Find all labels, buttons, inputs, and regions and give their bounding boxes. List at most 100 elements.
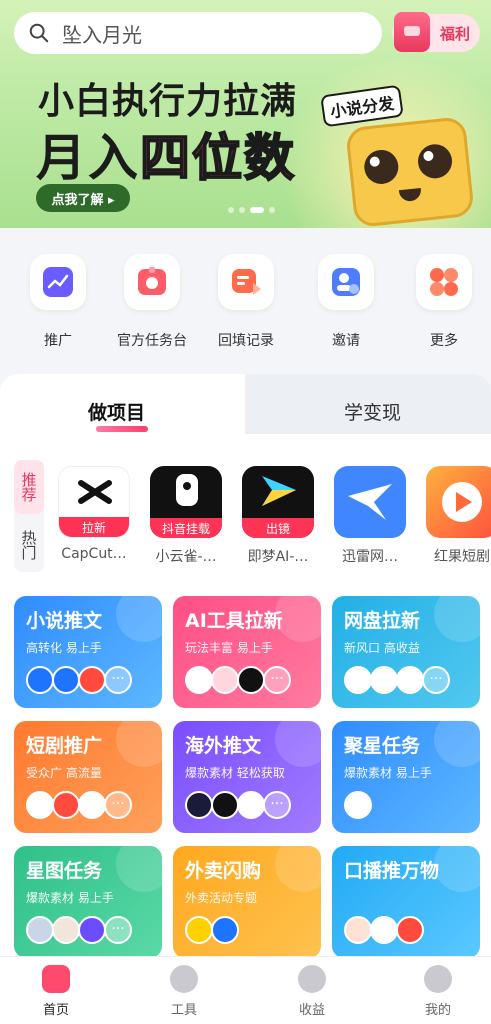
app-name: 迅雷网… [342, 549, 398, 565]
earnings-chart-icon [298, 965, 326, 993]
app-item-capcut[interactable]: 拉新 CapCut… [56, 466, 132, 562]
home-icon [42, 965, 70, 993]
app-item-jimeng[interactable]: 出镜 即梦AI-… [240, 466, 316, 566]
mascot-eye [362, 148, 401, 186]
app-name: 即梦AI-… [247, 549, 309, 565]
card-avatars [344, 916, 424, 944]
quick-actions: 推广 官方任务台 回填记录 邀请 更多 [0, 228, 491, 373]
quick-item-label: 推广 [44, 333, 72, 349]
nav-label: 收益 [298, 1003, 325, 1018]
mascot-mouth [398, 187, 422, 203]
welfare-button[interactable]: 福利 [392, 12, 480, 52]
card-short-drama[interactable]: 短剧推广 受众广 高流量 ··· [14, 721, 162, 833]
card-overseas[interactable]: 海外推文 爆款素材 轻松获取 ··· [173, 721, 321, 833]
card-desc: 受众广 高流量 [26, 766, 102, 780]
quick-item-label: 回填记录 [218, 333, 274, 349]
card-voice-promo[interactable]: 口播推万物 [332, 846, 480, 958]
app-name: CapCut… [61, 546, 127, 562]
banner-subheadline: 月入四位数 [36, 118, 296, 190]
nav-home[interactable]: 首页 [26, 965, 86, 1018]
banner-headline: 小白执行力拉满 [38, 81, 298, 122]
search-icon [29, 23, 49, 43]
xunlei-bird-icon [334, 466, 406, 538]
record-icon [218, 254, 274, 310]
card-juxing[interactable]: 聚星任务 爆款素材 易上手 [332, 721, 480, 833]
app-name: 小云雀-… [155, 549, 217, 565]
app-badge: 拉新 [59, 517, 129, 537]
card-netdisk[interactable]: 网盘拉新 新风口 高收益 ··· [332, 596, 480, 708]
card-avatars: ··· [26, 666, 132, 694]
welfare-label: 福利 [439, 24, 470, 43]
card-avatars [185, 916, 239, 944]
nav-me[interactable]: 我的 [408, 965, 468, 1018]
more-icon: ··· [104, 666, 132, 694]
more-icon: ··· [263, 791, 291, 819]
app-item-xunlei[interactable]: 迅雷网… [332, 466, 408, 566]
nav-label: 工具 [170, 1003, 197, 1018]
tab-learn-monetize[interactable]: 学变现 [344, 398, 401, 425]
quick-item-official-tasks[interactable]: 官方任务台 [112, 254, 192, 350]
banner-subheadline-highlight: 四位数 [139, 128, 296, 188]
card-avatars: ··· [26, 916, 132, 944]
card-xingtu[interactable]: 星图任务 爆款素材 易上手 ··· [14, 846, 162, 958]
xiaoyunque-app-icon: 抖音挂载 [150, 466, 222, 538]
side-filter: 推荐 热门 [14, 460, 44, 572]
card-ai-tools[interactable]: AI工具拉新 玩法丰富 易上手 ··· [173, 596, 321, 708]
search-bar[interactable]: 坠入月光 [14, 12, 382, 54]
quick-item-label: 官方任务台 [117, 333, 187, 349]
card-avatars: ··· [185, 666, 291, 694]
tools-icon [170, 965, 198, 993]
nav-earnings[interactable]: 收益 [282, 965, 342, 1018]
search-placeholder: 坠入月光 [62, 22, 142, 47]
nav-label: 我的 [424, 1003, 451, 1018]
side-filter-recommend[interactable]: 推荐 [14, 460, 44, 514]
more-icon: ··· [422, 666, 450, 694]
play-icon [426, 466, 491, 538]
quick-item-label: 邀请 [332, 333, 360, 349]
app-badge: 出镜 [242, 518, 314, 538]
grid-more-icon [416, 254, 472, 310]
tab-do-projects[interactable]: 做项目 [88, 398, 145, 425]
capcut-app-icon: 拉新 [58, 466, 130, 538]
invite-user-icon [318, 254, 374, 310]
card-food-delivery[interactable]: 外卖闪购 外卖活动专题 [173, 846, 321, 958]
nav-label: 首页 [42, 1003, 69, 1018]
more-icon: ··· [104, 916, 132, 944]
app-item-hongguo[interactable]: 红果短剧 [424, 466, 491, 566]
side-filter-hot[interactable]: 热门 [14, 518, 44, 572]
carousel-indicator [228, 207, 275, 213]
app-badge: 抖音挂载 [150, 518, 222, 538]
app-name: 红果短剧 [434, 549, 490, 565]
quick-item-more[interactable]: 更多 [404, 254, 484, 350]
more-icon: ··· [263, 666, 291, 694]
promo-banner[interactable]: 坠入月光 福利 小白执行力拉满 月入四位数 小说分发 点我了解 ▸ [0, 0, 491, 228]
mascot-eye [416, 142, 454, 181]
bottom-nav: 首页 工具 收益 我的 [0, 956, 491, 1024]
profile-icon [424, 965, 452, 993]
card-novel-promo[interactable]: 小说推文 高转化 易上手 ··· [14, 596, 162, 708]
gift-icon [394, 12, 430, 52]
jimeng-app-icon: 出镜 [242, 466, 314, 538]
more-icon: ··· [104, 791, 132, 819]
card-avatars: ··· [344, 666, 450, 694]
quick-item-label: 更多 [430, 333, 458, 349]
card-desc: 外卖活动专题 [185, 891, 258, 905]
card-avatars: ··· [185, 791, 291, 819]
card-desc: 爆款素材 易上手 [344, 766, 432, 780]
banner-learn-more-button[interactable]: 点我了解 ▸ [36, 184, 130, 212]
nav-tools[interactable]: 工具 [154, 965, 214, 1018]
card-desc: 爆款素材 轻松获取 [185, 766, 285, 780]
card-desc: 玩法丰富 易上手 [185, 641, 273, 655]
quick-item-promote[interactable]: 推广 [18, 254, 98, 350]
tab-underline [96, 426, 148, 432]
card-avatars [344, 791, 372, 819]
card-desc: 高转化 易上手 [26, 641, 102, 655]
mascot-illustration [345, 116, 475, 228]
quick-item-invite[interactable]: 邀请 [306, 254, 386, 350]
quick-item-backfill-records[interactable]: 回填记录 [206, 254, 286, 350]
task-board-icon [124, 254, 180, 310]
card-desc: 爆款素材 易上手 [26, 891, 114, 905]
banner-subheadline-a: 月入 [36, 129, 140, 187]
app-item-xiaoyunque[interactable]: 抖音挂载 小云雀-… [148, 466, 224, 566]
card-desc: 新风口 高收益 [344, 641, 420, 655]
